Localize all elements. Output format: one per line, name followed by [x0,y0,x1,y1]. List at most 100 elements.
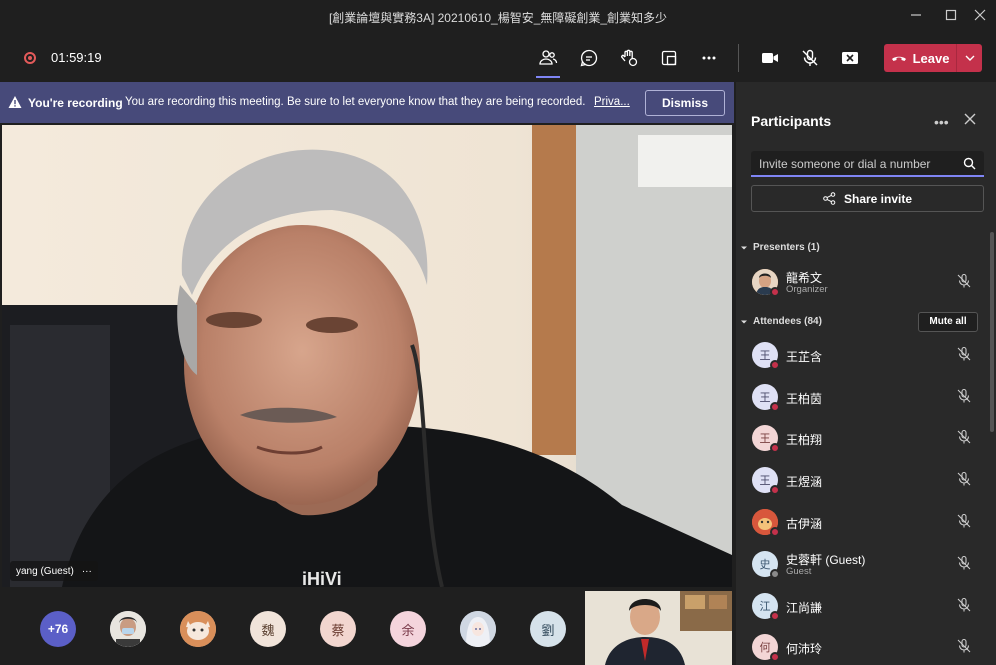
participant-name: 何沛玲 [786,642,823,656]
avatar: 王 [752,384,780,412]
avatar-initial: 王 [759,392,771,404]
leave-options-button[interactable] [957,52,982,64]
warning-icon [8,96,22,108]
avatar: 王 [752,342,780,370]
dismiss-button[interactable]: Dismiss [645,90,725,116]
recording-icon [24,52,36,64]
share-content-icon[interactable] [655,44,683,72]
participant-row[interactable]: 王 王芷含 [736,342,988,382]
leave-main[interactable]: Leave [884,44,956,72]
main-video-feed[interactable]: iHiVi yang (Guest) ··· [2,125,732,587]
status-busy-icon [770,652,780,662]
leave-button[interactable]: Leave [884,44,982,72]
mic-muted-icon[interactable] [956,429,972,445]
search-icon[interactable] [963,157,976,170]
mic-muted-icon[interactable] [956,555,972,571]
participants-icon[interactable] [534,44,562,78]
avatar-initial: 何 [759,642,771,654]
participant-row[interactable]: 龍希文 Organizer [736,269,988,309]
avatar-initial[interactable]: 蔡 [320,611,356,647]
participant-row[interactable]: 古伊涵 [736,509,988,549]
banner-message: You are recording this meeting. Be sure … [125,96,586,108]
speaker-name-chip[interactable]: yang (Guest) ··· [10,561,98,581]
toolbar-divider [738,44,739,72]
avatar-anime[interactable] [460,611,496,647]
mic-muted-icon[interactable] [956,273,972,289]
participant-name: 古伊涵 [786,517,823,531]
mic-muted-icon[interactable] [956,638,972,654]
status-busy-icon [770,360,780,370]
participant-row[interactable]: 江 江尚謙 [736,593,988,633]
panel-scrollbar[interactable] [990,232,994,432]
attendees-label: Attendees (84) [753,316,822,327]
window-title: [創業論壇與實務3A] 20210610_楊智安_無障礙創業_創業知多少 [328,11,668,25]
self-view-image [585,591,732,665]
participants-panel: Participants ••• Share invite Presenters… [736,82,996,665]
meeting-timer: 01:59:19 [51,50,102,65]
participant-name: 王煜涵 [786,475,823,489]
share-icon [823,192,836,205]
more-actions-icon[interactable] [695,44,723,72]
speaker-more-icon[interactable]: ··· [82,566,92,577]
attendees-section-toggle[interactable]: Attendees (84) [740,316,822,327]
status-busy-icon [770,611,780,621]
avatar: 江 [752,593,780,621]
stop-share-icon[interactable] [836,44,864,72]
avatar-cat[interactable] [180,611,216,647]
participant-row[interactable]: 王 王煜涵 [736,467,988,507]
mic-muted-icon[interactable] [956,471,972,487]
avatar-initial[interactable]: 劉 [530,611,566,647]
mic-muted-icon[interactable] [956,388,972,404]
mic-muted-icon[interactable] [796,44,824,72]
participant-row[interactable]: 王 王柏茵 [736,384,988,424]
presenters-label: Presenters (1) [753,242,820,253]
mute-all-button[interactable]: Mute all [918,312,978,332]
overflow-count-badge[interactable]: +76 [40,611,76,647]
chevron-down-icon [741,246,747,249]
participant-row[interactable]: 史 史蓉軒 (Guest) Guest [736,551,988,591]
panel-more-icon[interactable]: ••• [934,114,949,130]
mic-muted-icon[interactable] [956,513,972,529]
participant-name: 王柏翔 [786,433,823,447]
avatar: 王 [752,467,780,495]
privacy-link[interactable]: Priva... [594,96,630,108]
avatar-initial[interactable]: 魏 [250,611,286,647]
participant-name: 王柏茵 [786,392,823,406]
title-bar: [創業論壇與實務3A] 20210610_楊智安_無障礙創業_創業知多少 [0,0,996,32]
panel-title: Participants [751,113,832,129]
meeting-toolbar: 01:59:19 Leave [0,32,996,82]
speaker-video-image: iHiVi [2,125,732,587]
banner-title: You're recording [28,96,123,110]
leave-label: Leave [912,50,950,66]
maximize-icon[interactable] [941,6,961,26]
status-offline-icon [770,569,780,579]
avatar [752,509,780,537]
self-view-video[interactable] [585,591,732,665]
camera-icon[interactable] [756,44,784,72]
mic-muted-icon[interactable] [956,346,972,362]
invite-field[interactable] [751,151,984,177]
panel-close-icon[interactable] [964,112,976,130]
avatar-initial: 史 [759,559,771,571]
participant-name: 江尚謙 [786,601,823,615]
mic-muted-icon[interactable] [956,597,972,613]
svg-text:iHiVi: iHiVi [302,569,342,587]
share-invite-label: Share invite [843,191,913,206]
close-window-icon[interactable] [970,6,990,26]
avatar-photo[interactable] [110,611,146,647]
reactions-icon[interactable] [615,44,643,72]
invite-input[interactable] [759,155,959,173]
status-busy-icon [770,402,780,412]
avatar-initial: 王 [759,475,771,487]
minimize-icon[interactable] [906,6,926,26]
presenters-section-toggle[interactable]: Presenters (1) [740,242,820,253]
share-invite-button[interactable]: Share invite [751,185,984,212]
avatar: 何 [752,634,780,662]
recording-banner: You're recording You are recording this … [0,82,734,123]
participant-row[interactable]: 何 何沛玲 [736,634,988,665]
avatar-initial[interactable]: 余 [390,611,426,647]
participant-row[interactable]: 王 王柏翔 [736,425,988,465]
chat-icon[interactable] [575,44,603,72]
chevron-down-icon [965,55,974,61]
avatar: 王 [752,425,780,453]
